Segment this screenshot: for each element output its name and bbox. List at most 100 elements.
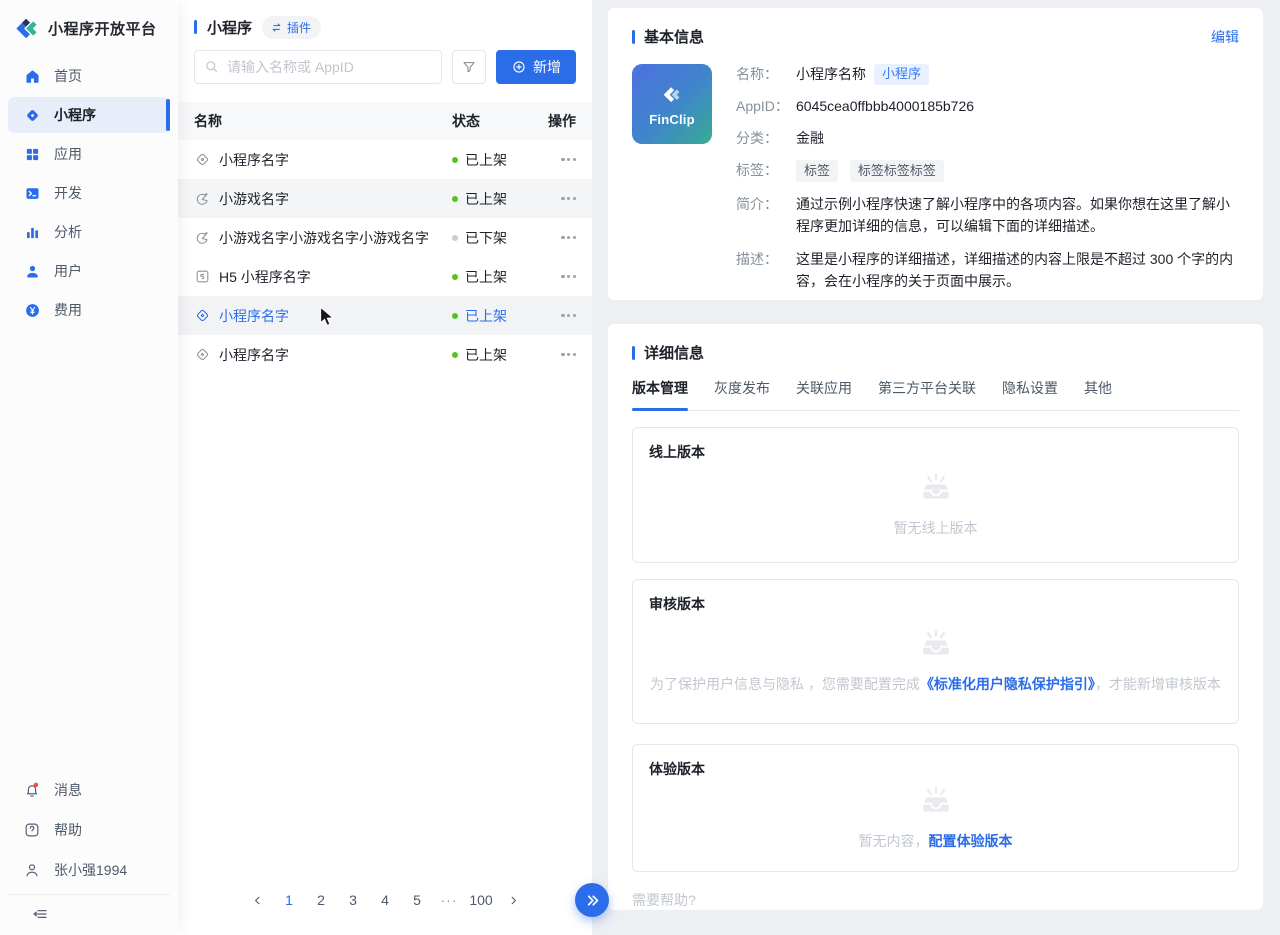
sidebar-item-help[interactable]: 帮助 bbox=[8, 812, 170, 848]
table-row-selected[interactable]: 小程序名字 已上架 bbox=[178, 296, 592, 335]
table-row[interactable]: 小程序名字 已上架 bbox=[178, 335, 592, 374]
sidebar-item-billing[interactable]: 费用 bbox=[8, 292, 170, 328]
page-number[interactable]: 2 bbox=[308, 887, 334, 913]
status-dot bbox=[452, 196, 458, 202]
empty-text: 暂无内容， bbox=[859, 833, 929, 849]
sidebar-item-analytics[interactable]: 分析 bbox=[8, 214, 170, 250]
empty-inbox-icon bbox=[915, 628, 957, 663]
brand-logo[interactable]: 小程序开放平台 bbox=[0, 0, 178, 58]
swap-arrows-icon bbox=[270, 21, 283, 34]
privacy-guide-link[interactable]: 《标准化用户隐私保护指引》 bbox=[920, 676, 1095, 692]
page-number[interactable]: 100 bbox=[468, 887, 494, 913]
search-input[interactable] bbox=[194, 50, 442, 84]
field-intro: 简介： 通过示例小程序快速了解小程序中的各项内容。如果你想在这里了解小程序更加详… bbox=[736, 193, 1239, 237]
miniapp-icon bbox=[194, 346, 211, 363]
app-root: 小程序开放平台 首页 小程序 应用 bbox=[0, 0, 1280, 935]
bell-icon bbox=[23, 781, 41, 799]
prev-page-button[interactable] bbox=[244, 887, 270, 913]
sidebar-item-home[interactable]: 首页 bbox=[8, 58, 170, 94]
collapse-sidebar-button[interactable] bbox=[8, 894, 170, 935]
page-ellipsis[interactable]: ··· bbox=[436, 887, 462, 913]
sidebar-item-miniprogram[interactable]: 小程序 bbox=[8, 97, 170, 133]
empty-text: ，才能新增审核版本 bbox=[1095, 676, 1221, 692]
more-actions-icon[interactable] bbox=[561, 193, 576, 204]
edit-link[interactable]: 编辑 bbox=[1211, 27, 1239, 47]
sidebar-item-label: 应用 bbox=[54, 144, 82, 164]
more-actions-icon[interactable] bbox=[561, 232, 576, 243]
funnel-icon bbox=[461, 59, 477, 75]
page-number[interactable]: 1 bbox=[276, 887, 302, 913]
more-actions-icon[interactable] bbox=[561, 154, 576, 165]
status-label: 已上架 bbox=[465, 306, 507, 326]
yuan-coin-icon bbox=[23, 302, 41, 319]
sidebar-item-label: 费用 bbox=[54, 300, 82, 320]
tab-linked-apps[interactable]: 关联应用 bbox=[796, 378, 852, 410]
apps-grid-icon bbox=[23, 146, 41, 163]
detail-info-card: 详细信息 版本管理 灰度发布 关联应用 第三方平台关联 隐私设置 其他 线上版本 bbox=[608, 324, 1263, 910]
tab-other[interactable]: 其他 bbox=[1084, 378, 1112, 410]
sidebar-item-account[interactable]: 张小强1994 bbox=[8, 852, 170, 888]
detail-area: 基本信息 编辑 FinClip 名称： 小程序名称 小程序 bbox=[592, 0, 1280, 935]
brand-title: 小程序开放平台 bbox=[48, 18, 157, 39]
page-number[interactable]: 3 bbox=[340, 887, 366, 913]
pagination: 1 2 3 4 5 ··· 100 bbox=[244, 887, 526, 913]
tab-gray-release[interactable]: 灰度发布 bbox=[714, 378, 770, 410]
tag-chip: 标签标签标签 bbox=[850, 160, 944, 182]
table-row[interactable]: 小游戏名字 已上架 bbox=[178, 179, 592, 218]
bar-chart-icon bbox=[23, 224, 41, 241]
table-row[interactable]: 小游戏名字小游戏名字小游戏名字 已下架 bbox=[178, 218, 592, 257]
sidebar-item-label: 用户 bbox=[54, 261, 82, 281]
field-category: 分类： 金融 bbox=[736, 128, 1239, 149]
more-actions-icon[interactable] bbox=[561, 310, 576, 321]
plugin-toggle[interactable]: 插件 bbox=[262, 16, 321, 39]
config-trial-link[interactable]: 配置体验版本 bbox=[929, 833, 1013, 849]
page-number[interactable]: 5 bbox=[404, 887, 430, 913]
sidebar-item-apps[interactable]: 应用 bbox=[8, 136, 170, 172]
filter-button[interactable] bbox=[452, 50, 486, 84]
sidebar-item-users[interactable]: 用户 bbox=[8, 253, 170, 289]
status-label: 已上架 bbox=[465, 345, 507, 365]
more-actions-icon[interactable] bbox=[561, 349, 576, 360]
tab-third-party[interactable]: 第三方平台关联 bbox=[878, 378, 976, 410]
expand-panel-button[interactable] bbox=[575, 883, 609, 917]
sidebar-item-label: 分析 bbox=[54, 222, 82, 242]
row-name: H5 小程序名字 bbox=[219, 267, 311, 287]
sidebar-item-label: 帮助 bbox=[54, 820, 82, 840]
username-label: 张小强1994 bbox=[54, 860, 127, 880]
miniprogram-list-panel: 小程序 插件 bbox=[178, 0, 592, 935]
header-name: 名称 bbox=[194, 111, 452, 131]
minigame-icon bbox=[194, 190, 211, 207]
sidebar-item-dev[interactable]: 开发 bbox=[8, 175, 170, 211]
search-icon bbox=[203, 58, 220, 78]
next-page-button[interactable] bbox=[500, 887, 526, 913]
sidebar-item-messages[interactable]: 消息 bbox=[8, 772, 170, 808]
basic-info-title: 基本信息 bbox=[644, 26, 704, 47]
empty-text: 暂无线上版本 bbox=[894, 518, 978, 538]
empty-text: 为了保护用户信息与隐私 ，您需要配置完成 bbox=[650, 676, 920, 692]
plugin-toggle-label: 插件 bbox=[287, 19, 311, 36]
app-name-value: 小程序名称 bbox=[796, 64, 866, 85]
status-dot bbox=[452, 352, 458, 358]
page-number[interactable]: 4 bbox=[372, 887, 398, 913]
help-link[interactable]: 需要帮助? bbox=[632, 890, 1239, 910]
header-status: 状态 bbox=[452, 111, 540, 131]
trial-version-title: 体验版本 bbox=[649, 759, 1222, 779]
table-row[interactable]: 小程序名字 已上架 bbox=[178, 140, 592, 179]
more-actions-icon[interactable] bbox=[561, 271, 576, 282]
section-accent-bar bbox=[194, 20, 197, 34]
row-name: 小游戏名字小游戏名字小游戏名字 bbox=[219, 228, 429, 248]
tab-privacy[interactable]: 隐私设置 bbox=[1002, 378, 1058, 410]
home-icon bbox=[23, 68, 41, 85]
detail-info-title: 详细信息 bbox=[644, 342, 704, 363]
section-accent-bar bbox=[632, 346, 635, 360]
app-logo-label: FinClip bbox=[649, 112, 694, 127]
sidebar-nav: 首页 小程序 应用 开发 bbox=[0, 58, 178, 331]
status-label: 已上架 bbox=[465, 150, 507, 170]
status-label: 已上架 bbox=[465, 189, 507, 209]
table-row[interactable]: H5 小程序名字 已上架 bbox=[178, 257, 592, 296]
sidebar: 小程序开放平台 首页 小程序 应用 bbox=[0, 0, 178, 935]
add-button[interactable]: 新增 bbox=[496, 50, 576, 84]
tab-version-management[interactable]: 版本管理 bbox=[632, 378, 688, 410]
status-dot bbox=[452, 235, 458, 241]
table-header-row: 名称 状态 操作 bbox=[178, 102, 592, 140]
